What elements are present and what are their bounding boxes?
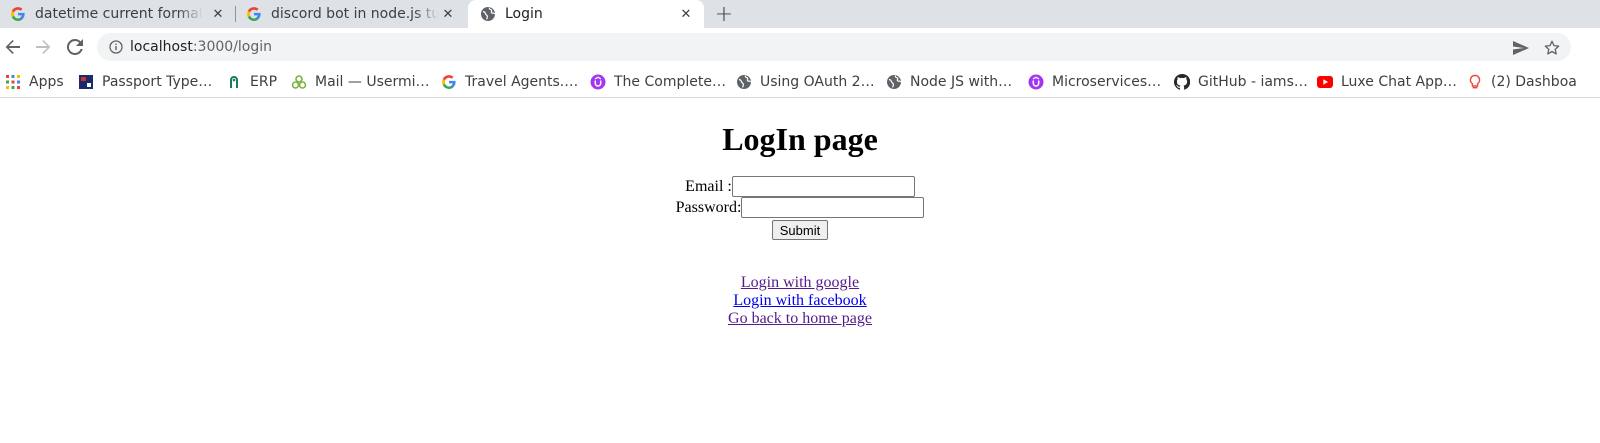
home-page-link[interactable]: Go back to home page [0, 310, 1600, 328]
link-text: Login with facebook [733, 292, 867, 309]
tab-title: datetime current format i [35, 6, 203, 22]
password-field[interactable] [741, 197, 925, 218]
tab-login[interactable]: Login ✕ [468, 0, 704, 28]
close-icon[interactable]: ✕ [440, 6, 456, 22]
tab-discord-bot[interactable]: discord bot in node.js tuto ✕ [236, 0, 468, 28]
page-content: LogIn page Email : Password: Submit Logi… [0, 99, 1600, 443]
bookmark-label: Using OAuth 2… [760, 74, 875, 90]
send-icon[interactable] [1512, 39, 1530, 57]
udemy-icon [590, 74, 606, 90]
info-icon[interactable] [108, 39, 124, 55]
tab-strip: datetime current format i ✕ discord bot … [0, 0, 1600, 28]
bookmark-label: Mail — Usermi… [315, 74, 430, 90]
email-row: Email : [0, 176, 1600, 197]
bookmark-github[interactable]: GitHub - iams… [1174, 72, 1308, 92]
bookmark-label: The Complete… [614, 74, 726, 90]
bookmark-label: Luxe Chat App… [1341, 74, 1457, 90]
login-with-google-link[interactable]: Login with google [0, 274, 1600, 292]
url-path: :3000/login [192, 39, 273, 55]
url-text: localhost:3000/login [130, 39, 272, 55]
bookmark-the-complete[interactable]: The Complete… [590, 72, 726, 92]
reload-icon[interactable] [65, 37, 85, 57]
submit-row: Submit [0, 220, 1600, 240]
passport-icon [78, 74, 94, 90]
email-label: Email : [685, 177, 732, 195]
bookmark-apps[interactable]: Apps [5, 72, 64, 92]
bookmark-dashboard[interactable]: (2) Dashboa [1467, 72, 1577, 92]
bookmark-mail[interactable]: Mail — Usermi… [291, 72, 430, 92]
login-with-facebook-link[interactable]: Login with facebook [0, 292, 1600, 310]
bookmark-label: ERP [250, 74, 278, 90]
bulb-icon [1467, 74, 1483, 90]
globe-icon [886, 74, 902, 90]
bookmark-oauth[interactable]: Using OAuth 2… [736, 72, 875, 92]
bookmark-label: GitHub - iams… [1198, 74, 1308, 90]
tab-title: Login [505, 6, 543, 22]
link-text: Login with google [740, 274, 860, 291]
erp-icon [226, 74, 242, 90]
forward-arrow-icon[interactable] [33, 37, 53, 57]
bookmark-label: Node JS with… [910, 74, 1013, 90]
password-row: Password: [0, 197, 1600, 218]
bookmark-label: (2) Dashboa [1491, 74, 1577, 90]
bookmark-luxe-chat[interactable]: Luxe Chat App… [1317, 72, 1457, 92]
bookmark-label: Microservices… [1052, 74, 1162, 90]
apps-grid-icon [5, 74, 21, 90]
close-icon[interactable]: ✕ [210, 6, 226, 22]
bookmark-microservices[interactable]: Microservices… [1028, 72, 1161, 92]
submit-button[interactable]: Submit [771, 220, 829, 240]
bookmark-label: Apps [29, 74, 64, 90]
tab-datetime[interactable]: datetime current format i ✕ [0, 0, 234, 28]
youtube-icon [1317, 74, 1333, 90]
bookmark-label: Travel Agents.… [465, 74, 579, 90]
link-text: Go back to home page [728, 310, 872, 327]
bookmark-erp[interactable]: ERP [226, 72, 277, 92]
github-icon [1174, 74, 1190, 90]
mail-icon [291, 74, 307, 90]
browser-toolbar: localhost:3000/login [0, 28, 1600, 66]
globe-icon [480, 6, 496, 22]
google-g-icon [246, 6, 262, 22]
back-arrow-icon[interactable] [3, 37, 23, 57]
plus-icon[interactable]: + [712, 2, 736, 27]
google-g-icon [441, 74, 457, 90]
address-bar[interactable]: localhost:3000/login [97, 33, 1571, 61]
bookmark-passport[interactable]: Passport Type… [78, 72, 212, 92]
bookmark-travel-agents[interactable]: Travel Agents.… [441, 72, 578, 92]
close-icon[interactable]: ✕ [678, 6, 694, 22]
password-label: Password: [675, 198, 742, 216]
url-host: localhost [130, 39, 193, 55]
globe-icon [736, 74, 752, 90]
bookmark-node-js[interactable]: Node JS with… [886, 72, 1012, 92]
bookmarks-bar: Apps Passport Type… ERP Mail — Usermi… T… [0, 66, 1600, 98]
udemy-icon [1028, 74, 1044, 90]
email-field[interactable] [731, 176, 915, 197]
star-icon[interactable] [1543, 39, 1561, 57]
page-title: LogIn page [722, 121, 878, 157]
google-g-icon [10, 6, 26, 22]
bookmark-label: Passport Type… [102, 74, 213, 90]
tab-title: discord bot in node.js tuto [271, 6, 439, 22]
